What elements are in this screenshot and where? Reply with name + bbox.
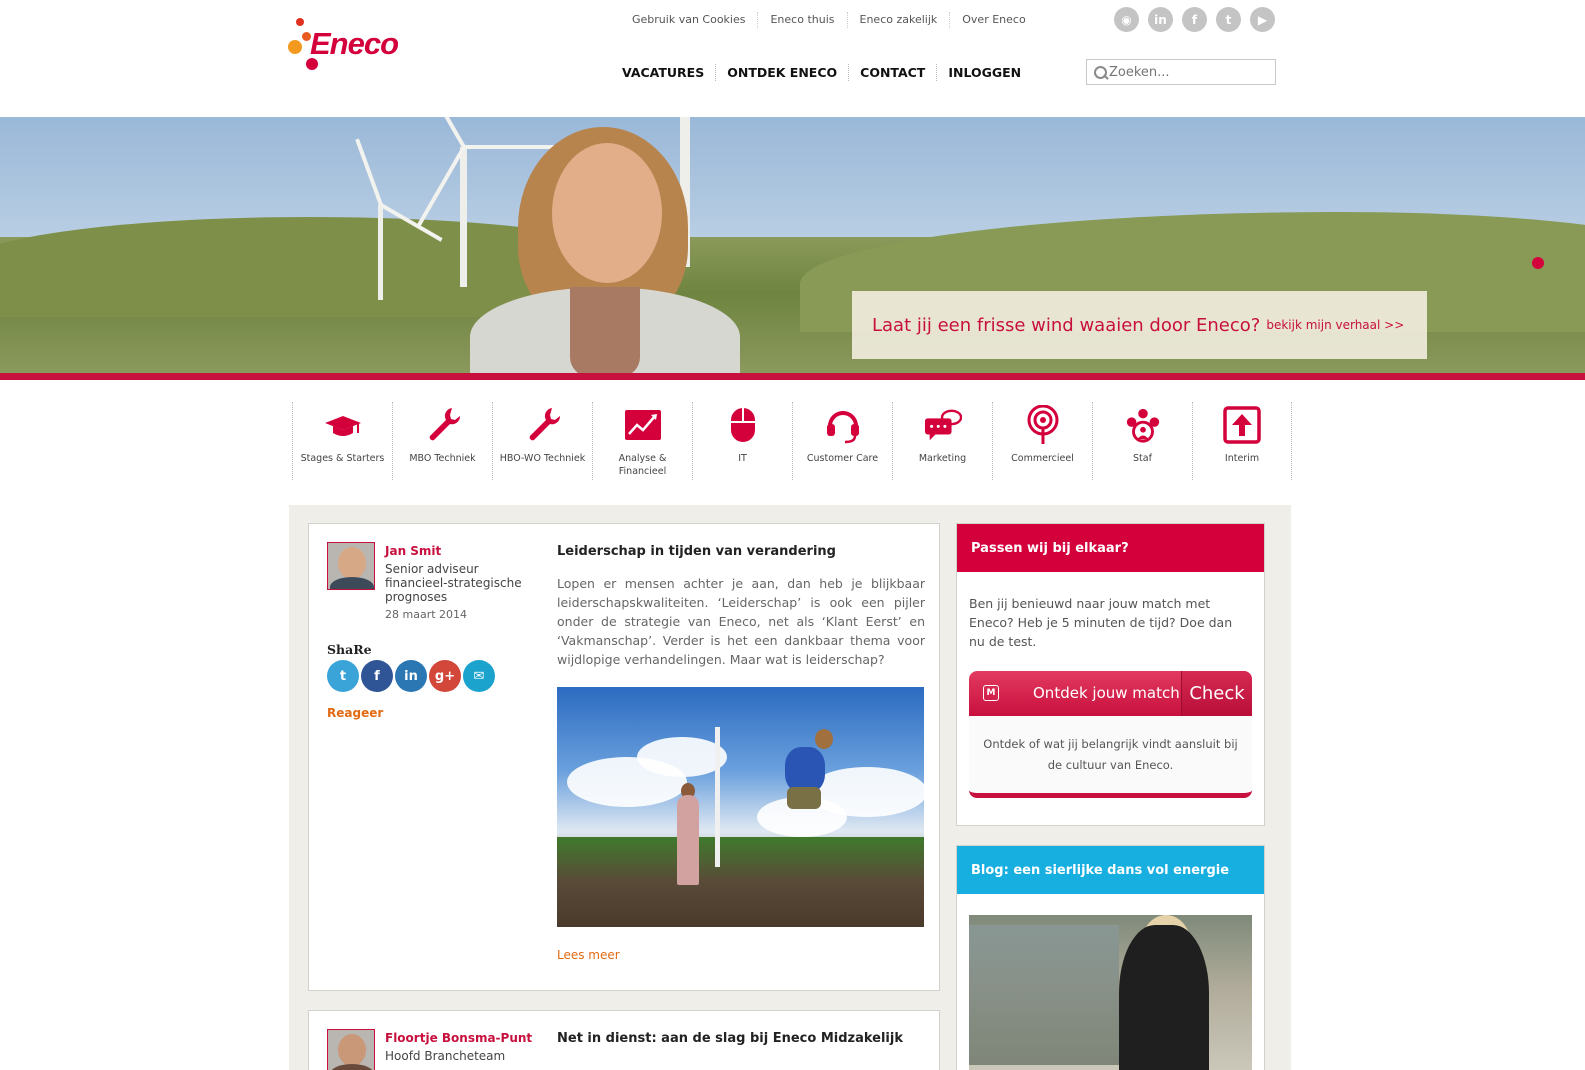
linkedin-icon[interactable]: in	[1148, 7, 1173, 32]
category-hbo-wo-techniek[interactable]: HBO-WO Techniek	[492, 402, 592, 480]
wrench-icon	[424, 406, 462, 444]
nav-vacatures[interactable]: VACATURES	[618, 64, 715, 81]
hero-headline: Laat jij een frisse wind waaien door Ene…	[872, 314, 1261, 336]
category-label: HBO-WO Techniek	[499, 453, 586, 464]
match-widget: Passen wij bij elkaar? Ben jij benieuwd …	[956, 523, 1265, 826]
hero-portrait	[470, 117, 740, 375]
blog-post-card: Floortje Bonsma-Punt Hoofd Brancheteam N…	[308, 1010, 940, 1070]
main-nav: VACATURES ONTDEK ENECO CONTACT INLOGGEN	[618, 64, 1032, 81]
blog-post-card: Jan Smit Senior adviseur financieel-stra…	[308, 523, 940, 991]
avatar[interactable]	[327, 542, 375, 590]
category-label: Stages & Starters	[300, 453, 385, 464]
link-eneco-zakelijk[interactable]: Eneco zakelijk	[846, 12, 950, 28]
avatar[interactable]	[327, 1029, 375, 1070]
category-label: Staf	[1133, 453, 1152, 464]
author-role: Senior adviseur financieel-strategische …	[385, 562, 522, 604]
nav-inloggen[interactable]: INLOGGEN	[936, 64, 1032, 81]
category-analyse-financieel[interactable]: Analyse & Financieel	[592, 402, 692, 480]
headset-icon	[824, 406, 862, 444]
category-it[interactable]: IT	[692, 402, 792, 480]
graduation-cap-icon	[324, 406, 362, 444]
social-links: ◉ in f t ▶	[1114, 7, 1275, 32]
facebook-icon[interactable]: f	[1182, 7, 1207, 32]
link-eneco-thuis[interactable]: Eneco thuis	[757, 12, 846, 28]
hero-link[interactable]: bekijk mijn verhaal >>	[1266, 318, 1404, 332]
twitter-icon[interactable]: t	[1216, 7, 1241, 32]
category-interim[interactable]: Interim	[1192, 402, 1292, 480]
category-staf[interactable]: Staf	[1092, 402, 1192, 480]
rss-icon[interactable]: ◉	[1114, 7, 1139, 32]
hero-callout[interactable]: Laat jij een frisse wind waaien door Ene…	[852, 291, 1427, 359]
category-label: Interim	[1224, 453, 1260, 464]
author-name[interactable]: Floortje Bonsma-Punt	[385, 1031, 532, 1045]
target-icon	[1024, 405, 1062, 444]
category-mbo-techniek[interactable]: MBO Techniek	[392, 402, 492, 480]
post-title[interactable]: Net in dienst: aan de slag bij Eneco Mid…	[557, 1031, 903, 1046]
blog-image[interactable]	[969, 915, 1252, 1070]
match-description: Ontdek of wat jij belangrijk vindt aansl…	[983, 737, 1238, 772]
upload-icon	[1223, 406, 1261, 444]
match-widget-title: Passen wij bij elkaar?	[957, 524, 1264, 572]
category-stages-starters[interactable]: Stages & Starters	[292, 402, 392, 480]
team-icon	[1124, 406, 1162, 444]
eneco-logo[interactable]: Eneco	[288, 18, 418, 74]
share-buttons: t f in g+ ✉	[327, 660, 495, 692]
post-image[interactable]	[557, 687, 924, 927]
post-excerpt: Lopen er mensen achter je aan, dan heb j…	[557, 576, 925, 667]
nav-ontdek-eneco[interactable]: ONTDEK ENECO	[715, 64, 848, 81]
blog-widget-title[interactable]: Blog: een sierlijke dans vol energie	[957, 846, 1264, 894]
chat-icon	[924, 406, 962, 444]
post-title[interactable]: Leiderschap in tijden van verandering	[557, 544, 836, 559]
linkedin-share-icon[interactable]: in	[395, 660, 427, 692]
link-cookies[interactable]: Gebruik van Cookies	[620, 12, 757, 28]
link-over-eneco[interactable]: Over Eneco	[949, 12, 1037, 28]
search-input[interactable]	[1109, 64, 1269, 80]
mouse-icon	[724, 406, 762, 444]
check-button[interactable]: Check	[1181, 671, 1252, 716]
match-widget-text: Ben jij benieuwd naar jouw match met Ene…	[969, 596, 1233, 649]
category-marketing[interactable]: Marketing	[892, 402, 992, 480]
match-logo-icon: M	[983, 685, 999, 701]
read-more-link[interactable]: Lees meer	[557, 948, 620, 962]
category-label: IT	[738, 453, 747, 464]
category-label: Marketing	[918, 453, 967, 464]
youtube-icon[interactable]: ▶	[1250, 7, 1275, 32]
hero-divider	[0, 373, 1585, 380]
match-button[interactable]: M Ontdek jouw match Check	[969, 671, 1252, 716]
match-button-label: Ontdek jouw match	[1033, 684, 1180, 702]
category-commercieel[interactable]: Commercieel	[992, 402, 1092, 480]
top-links: Gebruik van Cookies Eneco thuis Eneco za…	[620, 12, 1038, 28]
category-label: Commercieel	[1011, 453, 1074, 464]
author-name[interactable]: Jan Smit	[385, 544, 441, 558]
email-share-icon[interactable]: ✉	[463, 660, 495, 692]
category-customer-care[interactable]: Customer Care	[792, 402, 892, 480]
author-role: Hoofd Brancheteam	[385, 1049, 506, 1063]
logo-wordmark: Eneco	[310, 26, 399, 61]
content-area: Jan Smit Senior adviseur financieel-stra…	[289, 505, 1291, 1070]
search-icon[interactable]	[1087, 60, 1109, 84]
wrench-icon	[524, 406, 562, 444]
comment-link[interactable]: Reageer	[327, 706, 383, 720]
chart-icon	[624, 406, 662, 444]
googleplus-share-icon[interactable]: g+	[429, 660, 461, 692]
carousel-dot[interactable]	[1532, 257, 1544, 269]
twitter-share-icon[interactable]: t	[327, 660, 359, 692]
match-box: M Ontdek jouw match Check Ontdek of wat …	[969, 671, 1252, 798]
category-label: Customer Care	[806, 453, 879, 464]
category-nav: Stages & Starters MBO Techniek HBO-WO Te…	[292, 402, 1292, 480]
blog-widget: Blog: een sierlijke dans vol energie	[956, 845, 1265, 1070]
search-box	[1086, 59, 1276, 85]
nav-contact[interactable]: CONTACT	[848, 64, 936, 81]
share-label: ShaRe	[327, 642, 372, 657]
site-header: Eneco Gebruik van Cookies Eneco thuis En…	[0, 0, 1585, 117]
category-label: MBO Techniek	[409, 453, 476, 464]
post-date: 28 maart 2014	[385, 608, 468, 621]
facebook-share-icon[interactable]: f	[361, 660, 393, 692]
category-label: Analyse & Financieel	[618, 453, 667, 477]
